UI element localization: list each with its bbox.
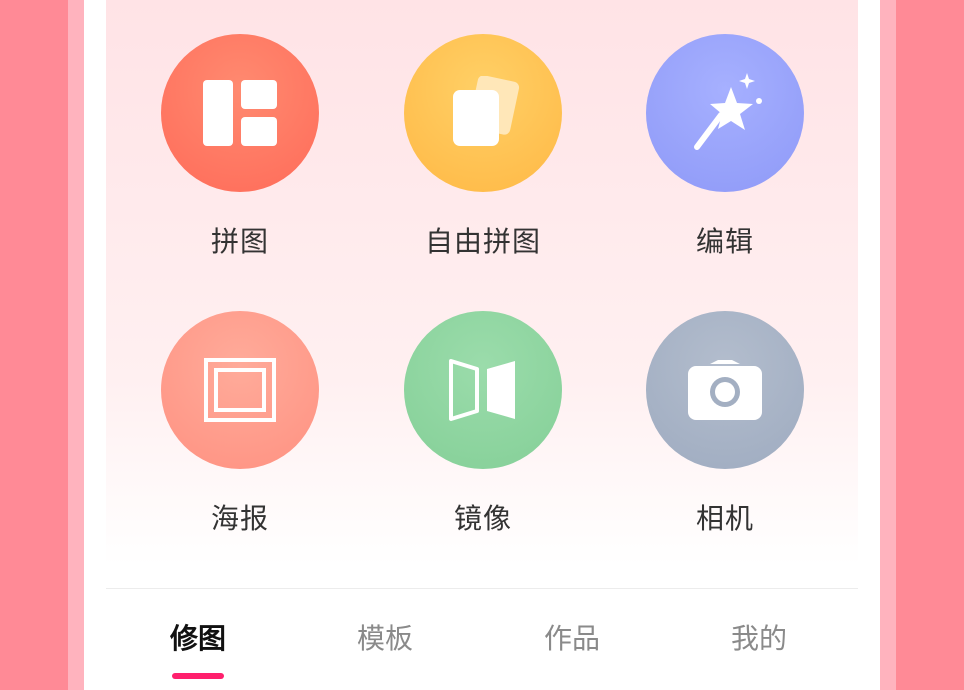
phone-frame: 拼图 自由拼图 编辑 海报 镜像 相机 修图 模板 作品 我的 [84, 0, 880, 690]
magic-wand-icon [646, 34, 804, 192]
camera-icon [646, 311, 804, 469]
tab-label: 作品 [543, 622, 600, 655]
tool-label: 拼图 [210, 225, 269, 258]
tool-camera[interactable]: 相机 [615, 311, 835, 551]
active-tab-indicator [172, 673, 224, 679]
tool-free-collage[interactable]: 自由拼图 [373, 34, 593, 274]
tab-label: 模板 [356, 622, 413, 655]
tab-retouch[interactable]: 修图 [138, 617, 258, 679]
bottom-tab-bar: 修图 模板 作品 我的 [106, 588, 858, 690]
tool-label: 相机 [695, 502, 754, 535]
tab-works[interactable]: 作品 [512, 617, 632, 677]
tool-label: 自由拼图 [424, 225, 541, 258]
tab-label: 修图 [169, 622, 226, 655]
tool-collage[interactable]: 拼图 [130, 34, 350, 274]
right-background-strip [880, 0, 896, 690]
tool-label: 镜像 [453, 502, 512, 535]
poster-frame-icon [161, 311, 319, 469]
mirror-icon [404, 311, 562, 469]
tab-profile[interactable]: 我的 [699, 617, 819, 677]
tool-poster[interactable]: 海报 [130, 311, 350, 551]
left-background-strip [68, 0, 84, 690]
tool-edit[interactable]: 编辑 [615, 34, 835, 274]
app-screen: 拼图 自由拼图 编辑 海报 镜像 相机 修图 模板 作品 我的 [106, 0, 858, 690]
tool-mirror[interactable]: 镜像 [373, 311, 593, 551]
tab-templates[interactable]: 模板 [325, 617, 445, 677]
stacked-cards-icon [404, 34, 562, 192]
grid-layout-icon [161, 34, 319, 192]
tool-label: 海报 [210, 502, 269, 535]
tab-label: 我的 [730, 622, 787, 655]
tool-label: 编辑 [695, 225, 754, 258]
